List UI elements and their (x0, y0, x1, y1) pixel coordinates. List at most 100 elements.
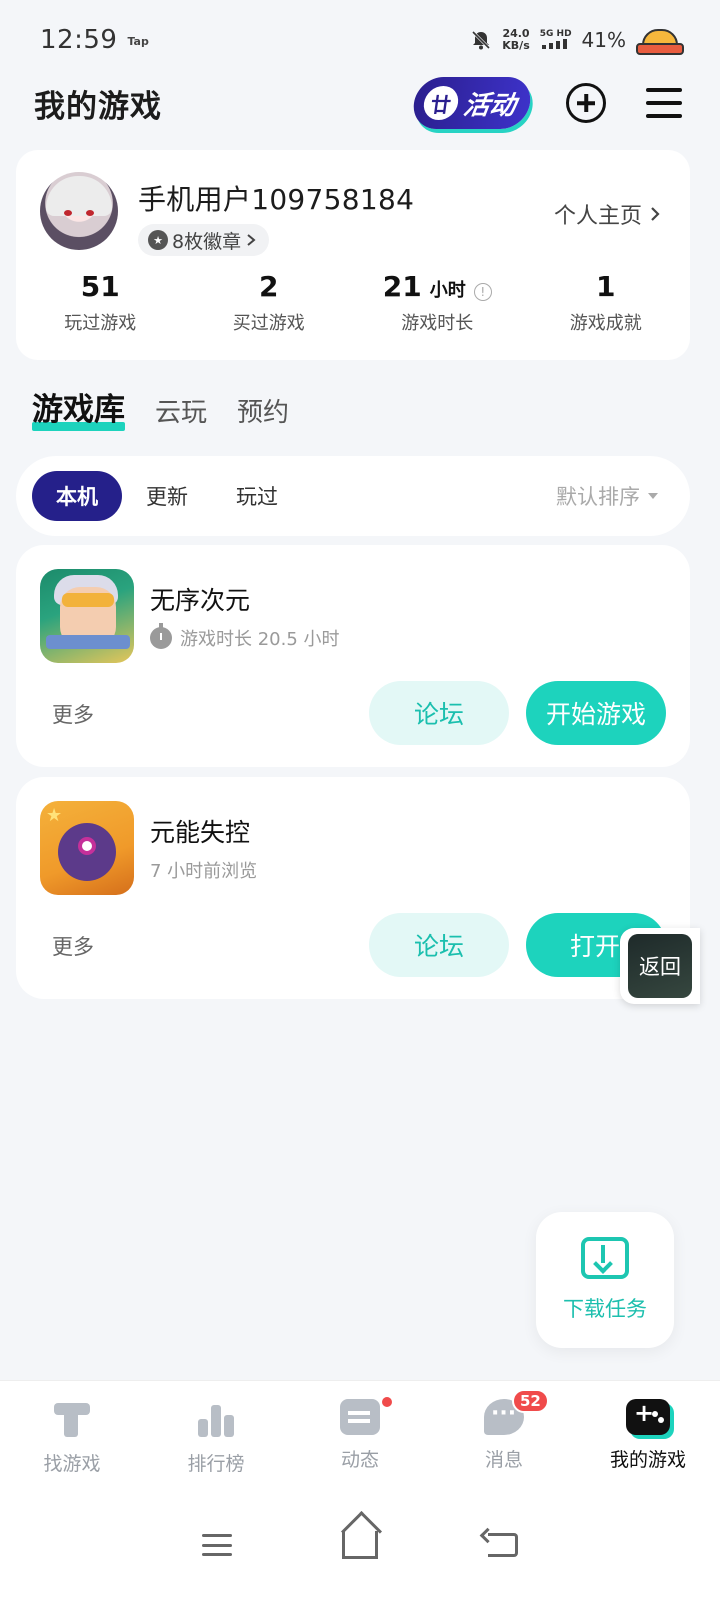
stat-achievements[interactable]: 1 游戏成就 (522, 270, 691, 335)
feed-icon (340, 1399, 380, 1435)
stat-bought-games[interactable]: 2 买过游戏 (185, 270, 354, 335)
sort-dropdown[interactable]: 默认排序 (556, 481, 658, 511)
chevron-right-icon (247, 234, 256, 246)
floating-back-button[interactable]: 返回 (620, 928, 700, 1004)
notification-dot (380, 1395, 394, 1409)
stat-label: 玩过游戏 (64, 313, 137, 334)
menu-button[interactable] (642, 81, 686, 125)
add-button[interactable] (564, 81, 608, 125)
stat-play-time[interactable]: 21 小时 ! 游戏时长 (353, 270, 522, 335)
plus-circle-icon (566, 83, 606, 123)
profile-homepage-link[interactable]: 个人主页 (554, 198, 662, 230)
message-count-badge: 52 (512, 1389, 549, 1413)
game-card: ★ 元能失控 7 小时前浏览 更多 论坛 打开 (16, 777, 690, 999)
profile-card: 手机用户109758184 ★ 8枚徽章 个人主页 51 玩过游戏 2 买过游戏… (16, 150, 690, 360)
ranking-icon (194, 1399, 238, 1439)
status-bar: 12:59 Tap 24.0 KB/s 5G HD 41% (0, 0, 720, 80)
nav-label: 我的游戏 (609, 1449, 686, 1471)
filter-chip-updates[interactable]: 更新 (122, 471, 212, 521)
nav-ranking[interactable]: 排行榜 (144, 1381, 288, 1490)
nav-label: 找游戏 (43, 1453, 101, 1475)
nav-feed[interactable]: 动态 (288, 1381, 432, 1490)
recent-apps-button[interactable] (202, 1534, 232, 1556)
menu-icon (646, 88, 682, 118)
badges-label: 8枚徽章 (172, 230, 242, 253)
stat-value: 2 (259, 270, 279, 303)
chevron-right-icon (651, 207, 660, 221)
mute-bell-icon (472, 30, 491, 50)
nav-label: 消息 (484, 1449, 523, 1471)
game-name[interactable]: 元能失控 (150, 813, 250, 849)
network-indicator: 5G HD (540, 29, 572, 52)
sort-label: 默认排序 (556, 485, 640, 509)
home-button[interactable] (342, 1531, 378, 1559)
open-game-label: 打开 (570, 932, 621, 961)
game-meta-text: 7 小时前浏览 (150, 861, 258, 882)
stat-value: 21 (382, 270, 422, 303)
user-name: 手机用户109758184 (138, 183, 415, 216)
more-button[interactable]: 更多 (52, 699, 94, 729)
avatar[interactable] (40, 172, 118, 250)
activity-button[interactable]: 廿 活动 (410, 77, 534, 129)
download-tasks-button[interactable]: 下载任务 (536, 1212, 674, 1348)
badges-button[interactable]: ★ 8枚徽章 (138, 224, 270, 256)
battery-level: 41% (581, 28, 626, 52)
signal-icon (541, 38, 567, 49)
net-speed: 24.0 KB/s (502, 28, 529, 52)
stat-value: 51 (80, 270, 120, 303)
activity-icon: 廿 (421, 86, 461, 120)
status-indicators: 24.0 KB/s 5G HD 41% (470, 28, 684, 55)
status-time: 12:59 (40, 25, 118, 55)
tab-reservations[interactable]: 预约 (237, 392, 289, 429)
game-meta: 游戏时长 20.5 小时 (150, 623, 340, 651)
system-nav-bar (0, 1490, 720, 1600)
library-tabs: 游戏库 云玩 预约 (32, 384, 289, 431)
back-button[interactable] (488, 1533, 518, 1557)
forum-button[interactable]: 论坛 (369, 913, 509, 977)
activity-label: 活动 (461, 90, 518, 121)
nav-label: 动态 (340, 1449, 379, 1471)
start-game-button[interactable]: 开始游戏 (526, 681, 666, 745)
network-type: 5G HD (539, 28, 572, 39)
my-games-icon (626, 1399, 670, 1435)
tab-cloud-play[interactable]: 云玩 (155, 392, 207, 429)
forum-button[interactable]: 论坛 (369, 681, 509, 745)
download-tasks-label: 下载任务 (563, 1297, 647, 1321)
app-tag: Tap (127, 34, 149, 48)
bottom-nav: 找游戏 排行榜 动态 52 消息 我的游戏 (0, 1380, 720, 1490)
profile-stats: 51 玩过游戏 2 买过游戏 21 小时 ! 游戏时长 1 游戏成就 (16, 270, 690, 335)
nav-my-games[interactable]: 我的游戏 (576, 1381, 720, 1490)
filter-bar: 本机 更新 玩过 默认排序 (16, 456, 690, 536)
caret-down-icon (648, 493, 658, 499)
medal-icon: ★ (148, 230, 168, 250)
game-meta-text: 游戏时长 20.5 小时 (180, 629, 340, 650)
straw-hat-icon (636, 29, 684, 55)
stat-label: 游戏时长 (401, 313, 474, 334)
net-speed-unit: KB/s (502, 39, 530, 52)
stat-label: 买过游戏 (232, 313, 305, 334)
game-name[interactable]: 无序次元 (150, 581, 250, 617)
back-label: 返回 (639, 955, 681, 979)
nav-messages[interactable]: 52 消息 (432, 1381, 576, 1490)
stopwatch-icon (150, 623, 172, 649)
nav-label: 排行榜 (187, 1453, 245, 1475)
profile-homepage-label: 个人主页 (553, 204, 642, 229)
filter-chip-played[interactable]: 玩过 (212, 471, 302, 521)
stat-value: 1 (596, 270, 616, 303)
nav-find-games[interactable]: 找游戏 (0, 1381, 144, 1490)
stat-label: 游戏成就 (569, 313, 642, 334)
filter-chip-local[interactable]: 本机 (32, 471, 122, 521)
header: 我的游戏 廿 活动 (0, 70, 720, 136)
more-button[interactable]: 更多 (52, 931, 94, 961)
page-title: 我的游戏 (34, 88, 162, 125)
stat-unit: 小时 (429, 280, 466, 301)
tab-game-library[interactable]: 游戏库 (32, 384, 125, 431)
game-meta: 7 小时前浏览 (150, 857, 257, 883)
game-icon[interactable]: ★ (40, 801, 134, 895)
game-card: 无序次元 游戏时长 20.5 小时 更多 论坛 开始游戏 (16, 545, 690, 767)
find-game-icon (50, 1399, 94, 1439)
game-icon[interactable] (40, 569, 134, 663)
stat-played-games[interactable]: 51 玩过游戏 (16, 270, 185, 335)
info-icon[interactable]: ! (473, 283, 492, 301)
download-icon (581, 1237, 629, 1279)
